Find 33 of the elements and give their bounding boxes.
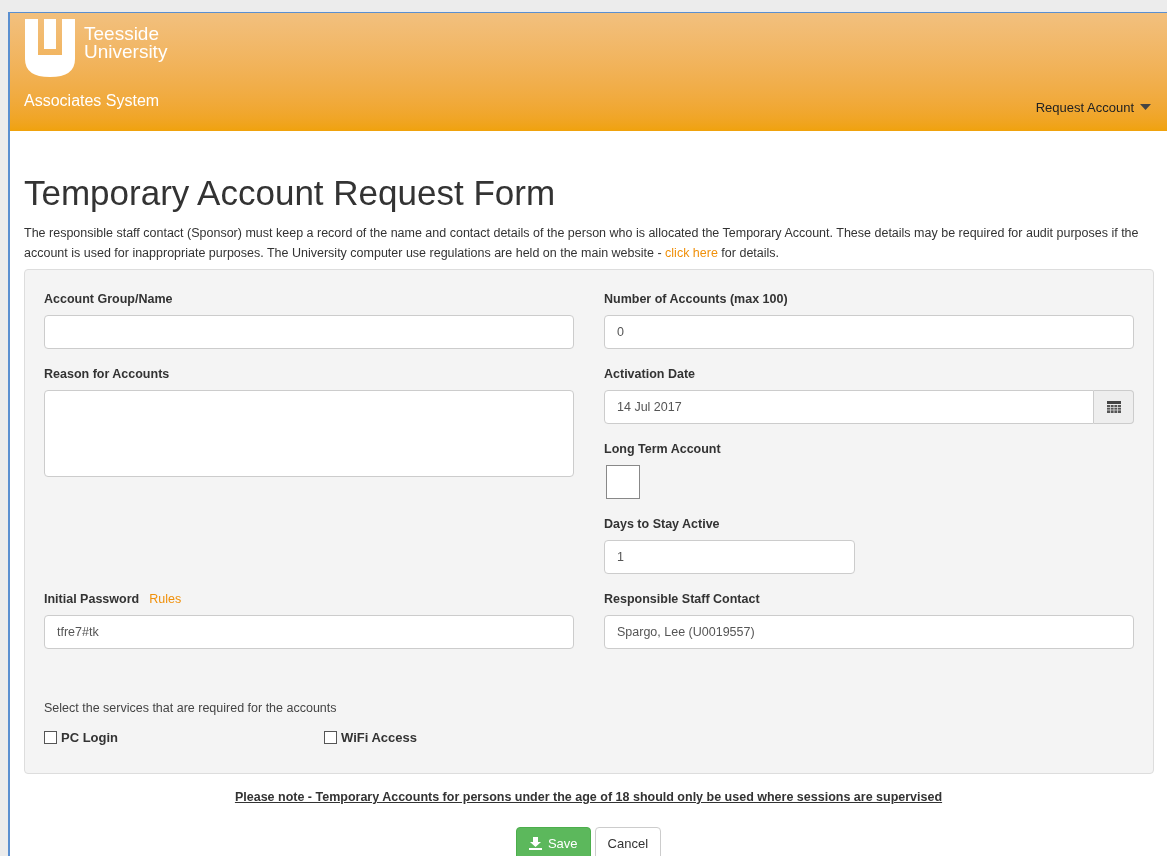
caret-icon bbox=[1140, 104, 1151, 111]
input-field[interactable]: 0 bbox=[604, 315, 1134, 349]
field-label: Number of Accounts (max 100) bbox=[604, 291, 788, 308]
checkbox[interactable] bbox=[324, 731, 337, 744]
date-field[interactable]: 14 Jul 2017 bbox=[604, 390, 1094, 424]
calendar-button[interactable] bbox=[1094, 390, 1134, 424]
field-label: Account Group/Name bbox=[44, 291, 173, 308]
checkbox[interactable] bbox=[606, 465, 640, 499]
checkbox-label: PC Login bbox=[61, 728, 119, 747]
page-title: Temporary Account Request Form bbox=[24, 173, 557, 213]
input-field[interactable] bbox=[44, 315, 574, 349]
field-label: Reason for Accounts bbox=[44, 366, 170, 383]
field-label: Responsible Staff Contact bbox=[604, 591, 760, 608]
services-prompt: Select the services that are required for the accounts bbox=[44, 700, 338, 717]
age-note: Please note - Temporary Accounts for persons under the age of 18 should only be used where sessions are supervised bbox=[233, 789, 944, 807]
input-field[interactable]: Spargo, Lee (U0019557) bbox=[604, 615, 1134, 649]
field-label: Initial Password bbox=[44, 591, 140, 608]
cancel-button[interactable]: Cancel bbox=[594, 827, 662, 856]
logo-icon bbox=[24, 19, 76, 77]
intro-text: The responsible staff contact (Sponsor) must keep a record of the name and contact details of the person who is allocated the Temporary Account. These details may be required for audit purposes if the account is used for inappropriate purposes. The University computer use regulations are held on the main website - click here for details. bbox=[24, 225, 1140, 262]
password-field[interactable]: tfre7#tk bbox=[44, 615, 574, 649]
download-icon bbox=[528, 837, 542, 850]
field-label: Days to Stay Active bbox=[604, 516, 720, 533]
logo-text: Teesside bbox=[84, 25, 160, 43]
logo-text: University bbox=[84, 43, 168, 61]
checkbox-label: WiFi Access bbox=[341, 728, 417, 747]
field-label: Activation Date bbox=[604, 366, 695, 383]
checkbox[interactable] bbox=[44, 731, 57, 744]
input-field[interactable]: 1 bbox=[604, 540, 855, 574]
request-account-menu[interactable]: Request Account bbox=[1035, 97, 1151, 117]
system-name: Associates System bbox=[24, 91, 161, 111]
field-label: Long Term Account bbox=[604, 441, 721, 458]
calendar-icon bbox=[1106, 401, 1121, 413]
